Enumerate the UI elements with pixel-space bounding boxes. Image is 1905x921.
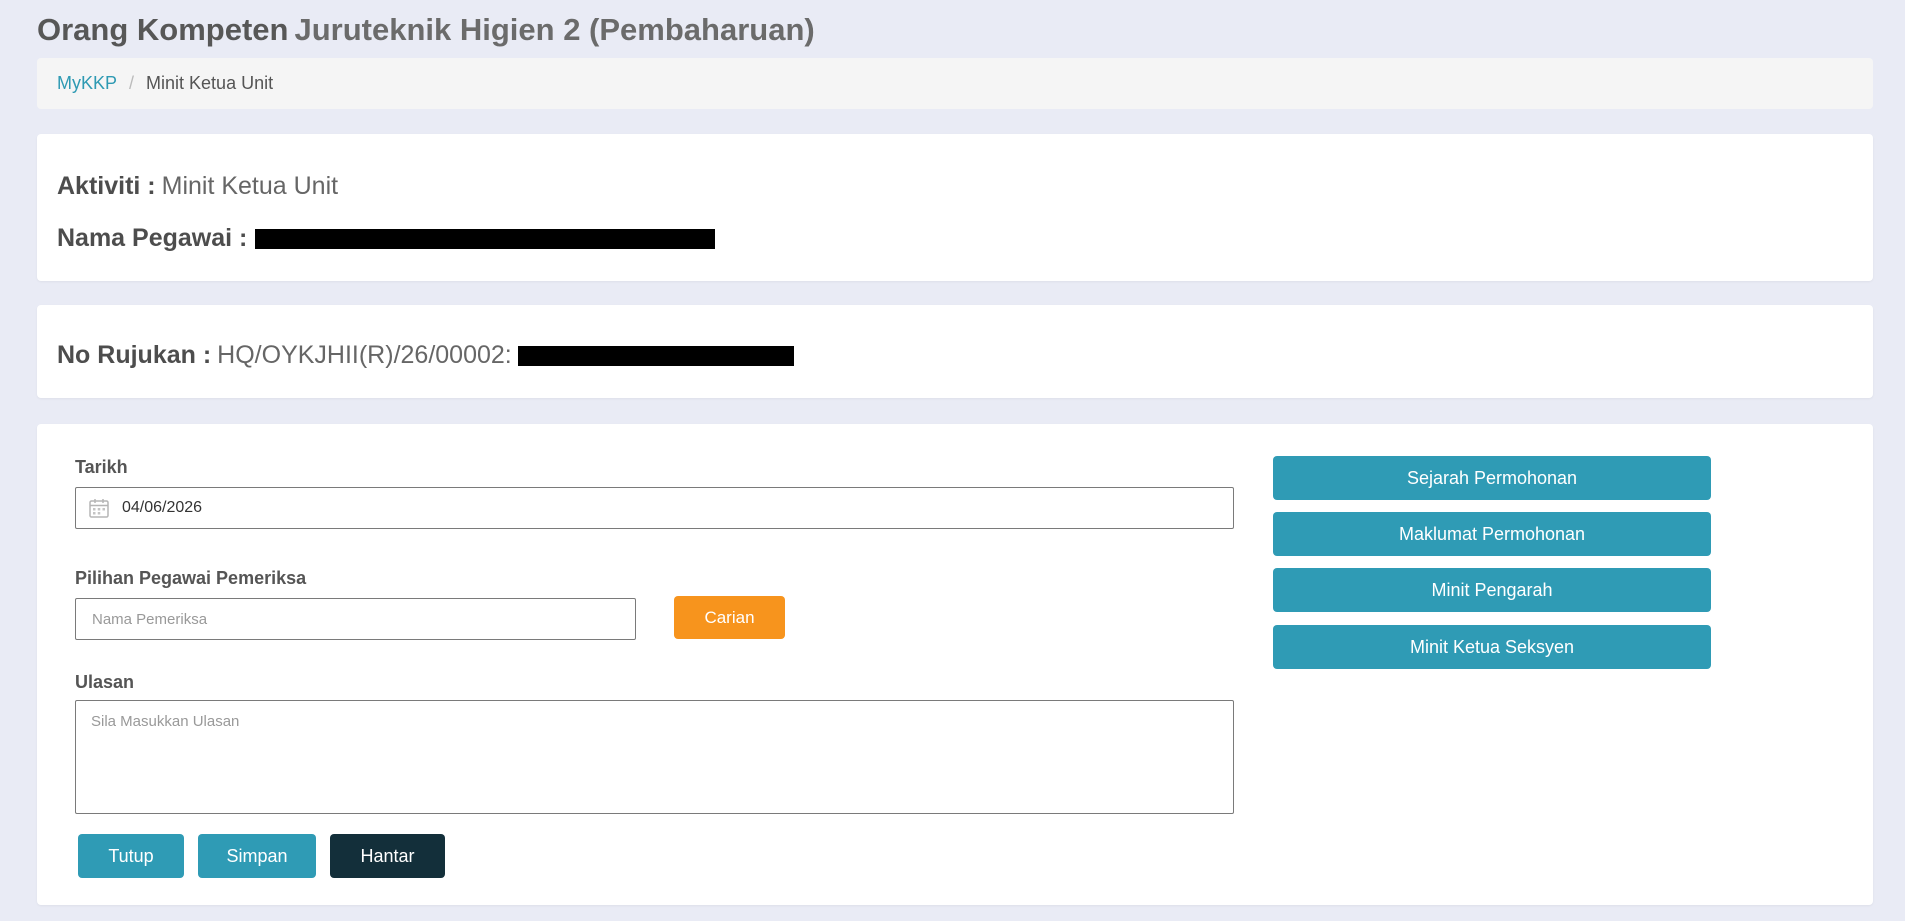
ulasan-textarea[interactable]: Sila Masukkan Ulasan: [75, 700, 1234, 814]
no-rujukan-label: No Rujukan :: [57, 341, 212, 369]
page-title-main: Orang Kompeten: [37, 12, 289, 47]
carian-button[interactable]: Carian: [674, 596, 785, 639]
hantar-button[interactable]: Hantar: [330, 834, 445, 878]
breadcrumb-current: Minit Ketua Unit: [146, 73, 274, 93]
page-title: Orang Kompeten Juruteknik Higien 2 (Pemba…: [37, 10, 815, 50]
no-rujukan-redacted: [517, 345, 794, 366]
tarikh-date-field[interactable]: 04/06/2026: [75, 487, 1234, 529]
aktiviti-value: Minit Ketua Unit: [161, 172, 339, 200]
nama-pegawai-row: Nama Pegawai :: [57, 224, 716, 253]
pemeriksa-label: Pilihan Pegawai Pemeriksa: [75, 568, 307, 588]
maklumat-permohonan-button[interactable]: Maklumat Permohonan: [1273, 512, 1711, 556]
breadcrumb-home-link[interactable]: MyKKP: [57, 73, 117, 94]
activity-info-card: Aktiviti : Minit Ketua Unit Nama Pegawai…: [37, 134, 1873, 281]
no-rujukan-value: HQ/OYKJHII(R)/26/00002:: [217, 341, 512, 369]
pemeriksa-placeholder: Nama Pemeriksa: [92, 610, 208, 628]
tarikh-value: 04/06/2026: [122, 499, 203, 516]
simpan-button[interactable]: Simpan: [198, 834, 316, 878]
breadcrumb-separator: /: [129, 73, 135, 93]
pemeriksa-input[interactable]: Nama Pemeriksa: [75, 598, 636, 640]
aktiviti-row: Aktiviti : Minit Ketua Unit: [57, 172, 338, 201]
page-title-subtitle: Juruteknik Higien 2 (Pembaharuan): [294, 12, 815, 47]
breadcrumb: MyKKP / Minit Ketua Unit: [37, 58, 1873, 109]
sejarah-permohonan-button[interactable]: Sejarah Permohonan: [1273, 456, 1711, 500]
minit-pengarah-button[interactable]: Minit Pengarah: [1273, 568, 1711, 612]
minit-form-card: Tarikh 04/06/2026 Pilihan Pegawai Pemeri…: [37, 424, 1873, 905]
no-rujukan-row: No Rujukan : HQ/OYKJHII(R)/26/00002:: [57, 341, 794, 370]
calendar-icon: [89, 499, 109, 518]
reference-card: No Rujukan : HQ/OYKJHII(R)/26/00002:: [37, 305, 1873, 398]
ulasan-label: Ulasan: [75, 672, 135, 692]
page: Orang Kompeten Juruteknik Higien 2 (Pemba…: [0, 0, 1905, 921]
nama-pegawai-label: Nama Pegawai :: [57, 224, 248, 252]
tarikh-label: Tarikh: [75, 457, 128, 477]
nama-pegawai-redacted: [255, 228, 716, 249]
aktiviti-label: Aktiviti :: [57, 172, 156, 200]
ulasan-placeholder: Sila Masukkan Ulasan: [91, 713, 240, 730]
minit-ketua-seksyen-button[interactable]: Minit Ketua Seksyen: [1273, 625, 1711, 669]
tutup-button[interactable]: Tutup: [78, 834, 184, 878]
